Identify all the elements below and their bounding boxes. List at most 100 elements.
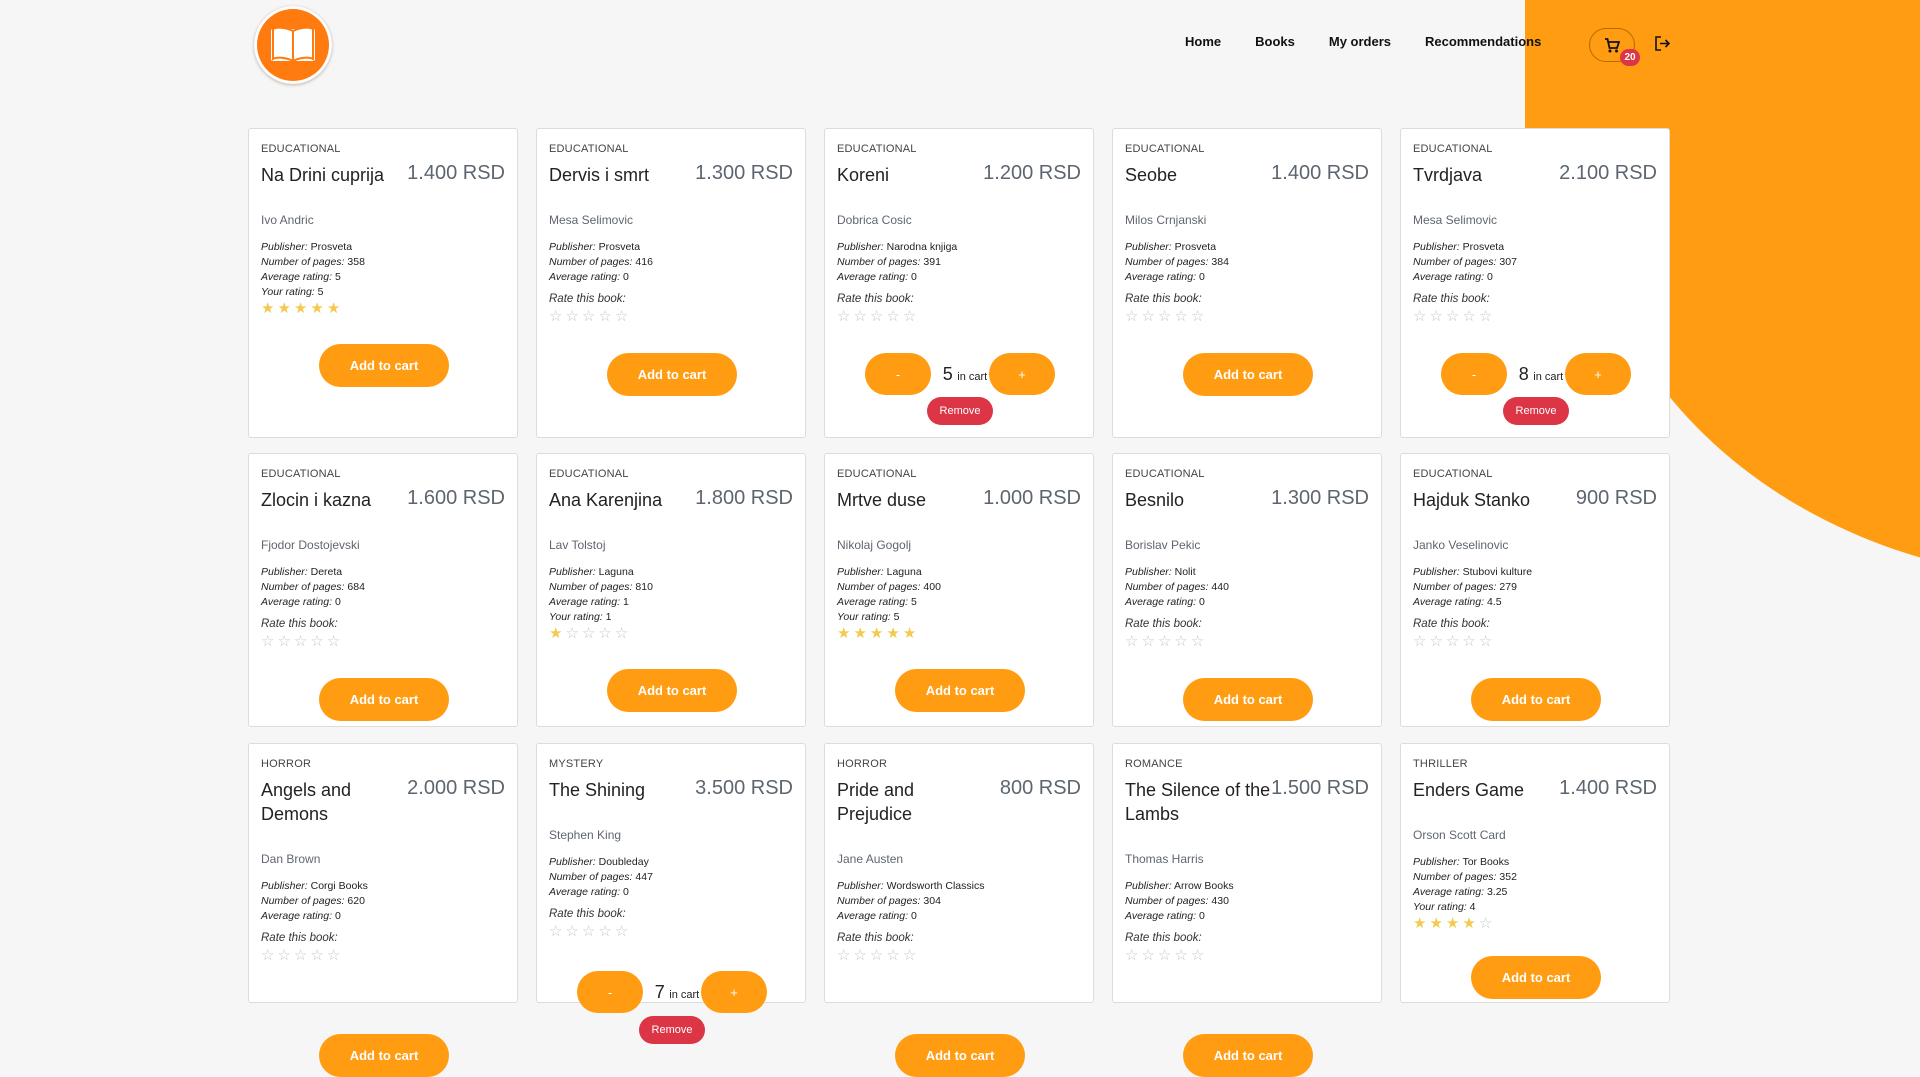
add-to-cart-button[interactable]: Add to cart <box>319 344 449 387</box>
star-icon[interactable]: ☆ <box>277 948 290 963</box>
star-rating[interactable]: ☆ ☆ ☆ ☆ ☆ <box>837 309 957 324</box>
star-icon[interactable]: ☆ <box>582 924 595 939</box>
star-icon[interactable]: ☆ <box>1125 948 1138 963</box>
logout-button[interactable] <box>1654 35 1671 57</box>
star-icon[interactable]: ☆ <box>1191 634 1204 649</box>
remove-button[interactable]: Remove <box>1503 397 1569 425</box>
star-icon[interactable]: ★ <box>886 626 899 641</box>
star-rating[interactable]: ☆ ☆ ☆ ☆ ☆ <box>837 948 984 963</box>
star-icon[interactable]: ★ <box>1462 916 1475 931</box>
logo[interactable] <box>254 6 332 84</box>
star-icon[interactable]: ☆ <box>1479 634 1492 649</box>
star-icon[interactable]: ☆ <box>1158 634 1171 649</box>
star-icon[interactable]: ☆ <box>615 309 628 324</box>
star-rating[interactable]: ☆ ☆ ☆ ☆ ☆ <box>1125 948 1234 963</box>
star-icon[interactable]: ☆ <box>294 948 307 963</box>
star-icon[interactable]: ☆ <box>565 626 578 641</box>
star-icon[interactable]: ☆ <box>870 948 883 963</box>
star-icon[interactable]: ☆ <box>310 948 323 963</box>
star-icon[interactable]: ★ <box>310 301 323 316</box>
star-icon[interactable]: ★ <box>327 301 340 316</box>
star-rating[interactable]: ☆ ☆ ☆ ☆ ☆ <box>261 948 368 963</box>
star-icon[interactable]: ★ <box>1429 916 1442 931</box>
star-icon[interactable]: ☆ <box>1191 309 1204 324</box>
star-icon[interactable]: ☆ <box>1125 634 1138 649</box>
star-icon[interactable]: ☆ <box>1174 948 1187 963</box>
increase-quantity-button[interactable]: + <box>701 971 767 1013</box>
nav-books[interactable]: Books <box>1255 34 1295 49</box>
star-rating[interactable]: ★ ★ ★ ★ ★ <box>261 301 365 316</box>
remove-button[interactable]: Remove <box>639 1016 705 1044</box>
nav-home[interactable]: Home <box>1185 34 1221 49</box>
star-icon[interactable]: ☆ <box>1479 309 1492 324</box>
star-icon[interactable]: ☆ <box>598 924 611 939</box>
add-to-cart-button[interactable]: Add to cart <box>1183 1034 1313 1077</box>
star-icon[interactable]: ☆ <box>1413 309 1426 324</box>
add-to-cart-button[interactable]: Add to cart <box>607 669 737 712</box>
star-rating[interactable]: ☆ ☆ ☆ ☆ ☆ <box>1413 634 1532 649</box>
star-icon[interactable]: ☆ <box>886 309 899 324</box>
remove-button[interactable]: Remove <box>927 397 993 425</box>
star-rating[interactable]: ☆ ☆ ☆ ☆ ☆ <box>549 309 653 324</box>
star-icon[interactable]: ☆ <box>837 948 850 963</box>
star-icon[interactable]: ☆ <box>1413 634 1426 649</box>
star-rating[interactable]: ★ ☆ ☆ ☆ ☆ <box>549 626 653 641</box>
star-icon[interactable]: ★ <box>870 626 883 641</box>
star-rating[interactable]: ☆ ☆ ☆ ☆ ☆ <box>261 634 365 649</box>
star-icon[interactable]: ☆ <box>565 309 578 324</box>
star-icon[interactable]: ☆ <box>615 924 628 939</box>
star-icon[interactable]: ☆ <box>261 634 274 649</box>
star-icon[interactable]: ☆ <box>903 309 916 324</box>
star-icon[interactable]: ☆ <box>277 634 290 649</box>
star-icon[interactable]: ☆ <box>1158 948 1171 963</box>
star-icon[interactable]: ★ <box>903 626 916 641</box>
nav-recommendations[interactable]: Recommendations <box>1425 34 1541 49</box>
decrease-quantity-button[interactable]: - <box>577 971 643 1013</box>
star-icon[interactable]: ☆ <box>870 309 883 324</box>
add-to-cart-button[interactable]: Add to cart <box>1471 678 1601 721</box>
nav-my-orders[interactable]: My orders <box>1329 34 1391 49</box>
star-icon[interactable]: ★ <box>1413 916 1426 931</box>
star-icon[interactable]: ☆ <box>1174 634 1187 649</box>
star-icon[interactable]: ★ <box>1446 916 1459 931</box>
star-icon[interactable]: ☆ <box>1125 309 1138 324</box>
star-icon[interactable]: ☆ <box>1141 634 1154 649</box>
star-icon[interactable]: ☆ <box>261 948 274 963</box>
star-icon[interactable]: ☆ <box>582 309 595 324</box>
star-icon[interactable]: ☆ <box>1446 634 1459 649</box>
add-to-cart-button[interactable]: Add to cart <box>319 678 449 721</box>
add-to-cart-button[interactable]: Add to cart <box>1471 956 1601 999</box>
increase-quantity-button[interactable]: + <box>989 353 1055 395</box>
star-icon[interactable]: ☆ <box>886 948 899 963</box>
star-icon[interactable]: ☆ <box>1158 309 1171 324</box>
add-to-cart-button[interactable]: Add to cart <box>895 1034 1025 1077</box>
add-to-cart-button[interactable]: Add to cart <box>1183 353 1313 396</box>
star-icon[interactable]: ☆ <box>615 626 628 641</box>
star-icon[interactable]: ☆ <box>1429 309 1442 324</box>
star-rating[interactable]: ☆ ☆ ☆ ☆ ☆ <box>1125 309 1229 324</box>
star-icon[interactable]: ☆ <box>549 924 562 939</box>
star-icon[interactable]: ☆ <box>1191 948 1204 963</box>
star-icon[interactable]: ★ <box>277 301 290 316</box>
star-icon[interactable]: ☆ <box>1462 309 1475 324</box>
star-icon[interactable]: ★ <box>261 301 274 316</box>
add-to-cart-button[interactable]: Add to cart <box>607 353 737 396</box>
star-icon[interactable]: ☆ <box>1174 309 1187 324</box>
add-to-cart-button[interactable]: Add to cart <box>1183 678 1313 721</box>
star-icon[interactable]: ☆ <box>294 634 307 649</box>
star-rating[interactable]: ☆ ☆ ☆ ☆ ☆ <box>1125 634 1229 649</box>
star-icon[interactable]: ☆ <box>310 634 323 649</box>
star-icon[interactable]: ☆ <box>1141 309 1154 324</box>
star-icon[interactable]: ☆ <box>1429 634 1442 649</box>
star-rating[interactable]: ★ ★ ★ ★ ★ <box>837 626 941 641</box>
star-icon[interactable]: ☆ <box>598 309 611 324</box>
decrease-quantity-button[interactable]: - <box>1441 353 1507 395</box>
add-to-cart-button[interactable]: Add to cart <box>319 1034 449 1077</box>
star-icon[interactable]: ☆ <box>582 626 595 641</box>
star-icon[interactable]: ☆ <box>837 309 850 324</box>
star-icon[interactable]: ☆ <box>903 948 916 963</box>
star-rating[interactable]: ☆ ☆ ☆ ☆ ☆ <box>549 924 653 939</box>
star-icon[interactable]: ☆ <box>565 924 578 939</box>
star-icon[interactable]: ☆ <box>327 634 340 649</box>
star-icon[interactable]: ☆ <box>327 948 340 963</box>
